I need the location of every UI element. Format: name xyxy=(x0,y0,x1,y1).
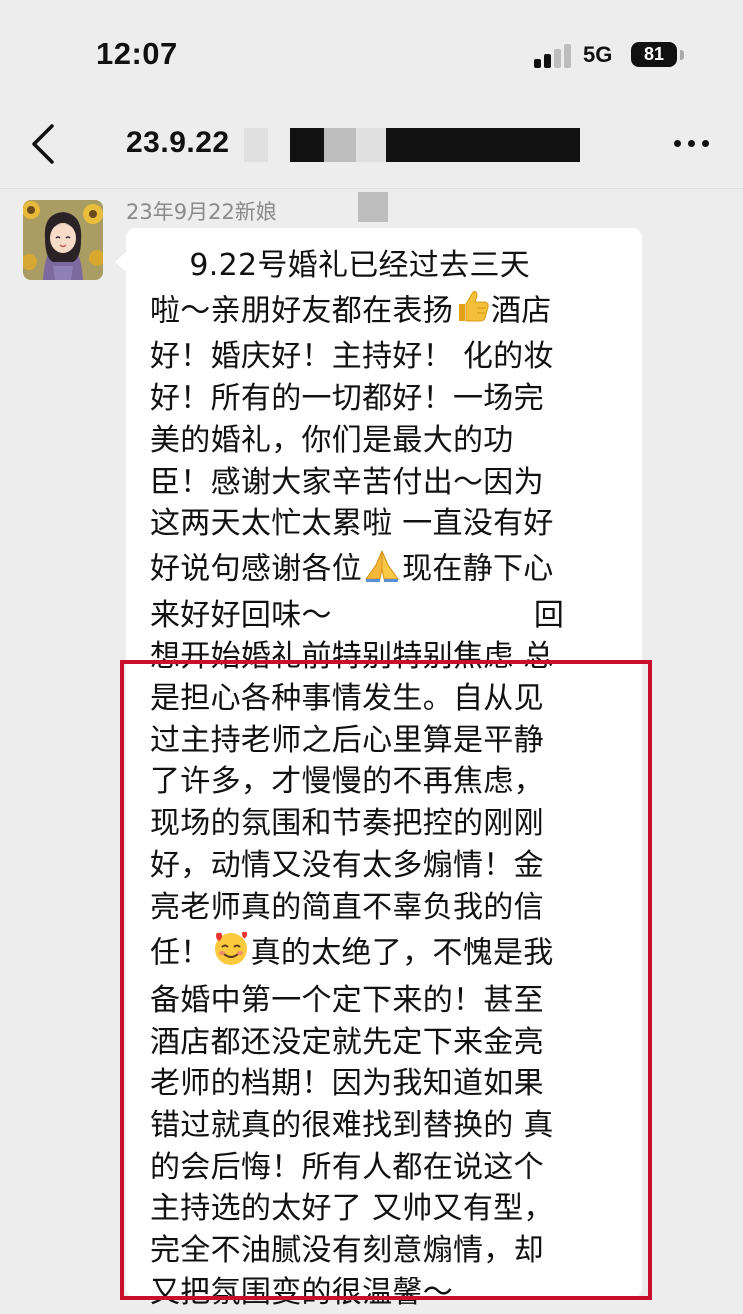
more-dots-icon[interactable] xyxy=(672,134,712,154)
avatar[interactable] xyxy=(23,200,103,280)
chat-header: 23.9.22 xyxy=(0,100,743,189)
battery-tip xyxy=(680,50,684,60)
message-segment: 啦～亲朋好友都在表扬 xyxy=(150,293,453,329)
redaction-block xyxy=(290,128,324,162)
avatar-illustration xyxy=(23,200,103,280)
status-bar: 12:07 5G 81 xyxy=(0,0,743,100)
message-line: 9.22号婚礼已经过去三天 xyxy=(150,248,531,283)
sender-label: 23年9月22新娘 xyxy=(126,200,277,224)
message-line: 来好好回味～ 回 xyxy=(150,595,620,637)
highlight-annotation-box xyxy=(120,660,652,1300)
message-line: 啦～亲朋好友都在表扬 酒店 xyxy=(150,287,620,337)
message-segment: 现在静下心 xyxy=(402,551,554,587)
message-segment: 好说句感谢各位 xyxy=(150,551,363,587)
chevron-left-icon[interactable] xyxy=(26,120,66,168)
redaction-block xyxy=(306,192,358,222)
clock-time: 12:07 xyxy=(96,36,178,71)
message-segment: 酒店 xyxy=(491,293,552,329)
folded-hands-emoji xyxy=(362,545,402,595)
redaction-block xyxy=(324,128,356,162)
redaction-block xyxy=(358,192,388,222)
redaction-block xyxy=(356,128,386,162)
message-line: 臣！感谢大家辛苦付出～因为 xyxy=(150,464,544,500)
redaction-block xyxy=(244,128,268,162)
message-line: 这两天太忙太累啦 一直没有好 xyxy=(150,506,554,542)
network-type: 5G xyxy=(583,42,613,67)
message-line: 美的婚礼，你们是最大的功 xyxy=(150,422,514,458)
message-line: 好说句感谢各位 现在静下心 xyxy=(150,545,620,595)
message-segment: 来好好回味～ xyxy=(150,597,332,633)
thumbs-up-emoji xyxy=(453,287,491,337)
message-line: 好！所有的一切都好！一场完 xyxy=(150,381,544,417)
redaction-block xyxy=(386,128,580,162)
cellular-signal-icon xyxy=(534,44,574,68)
chat-title: 23.9.22 xyxy=(126,126,230,159)
message-segment: 回 xyxy=(533,597,565,633)
message-line: 好！婚庆好！主持好！ 化的妆 xyxy=(150,339,554,375)
battery-icon: 81 xyxy=(631,42,677,67)
